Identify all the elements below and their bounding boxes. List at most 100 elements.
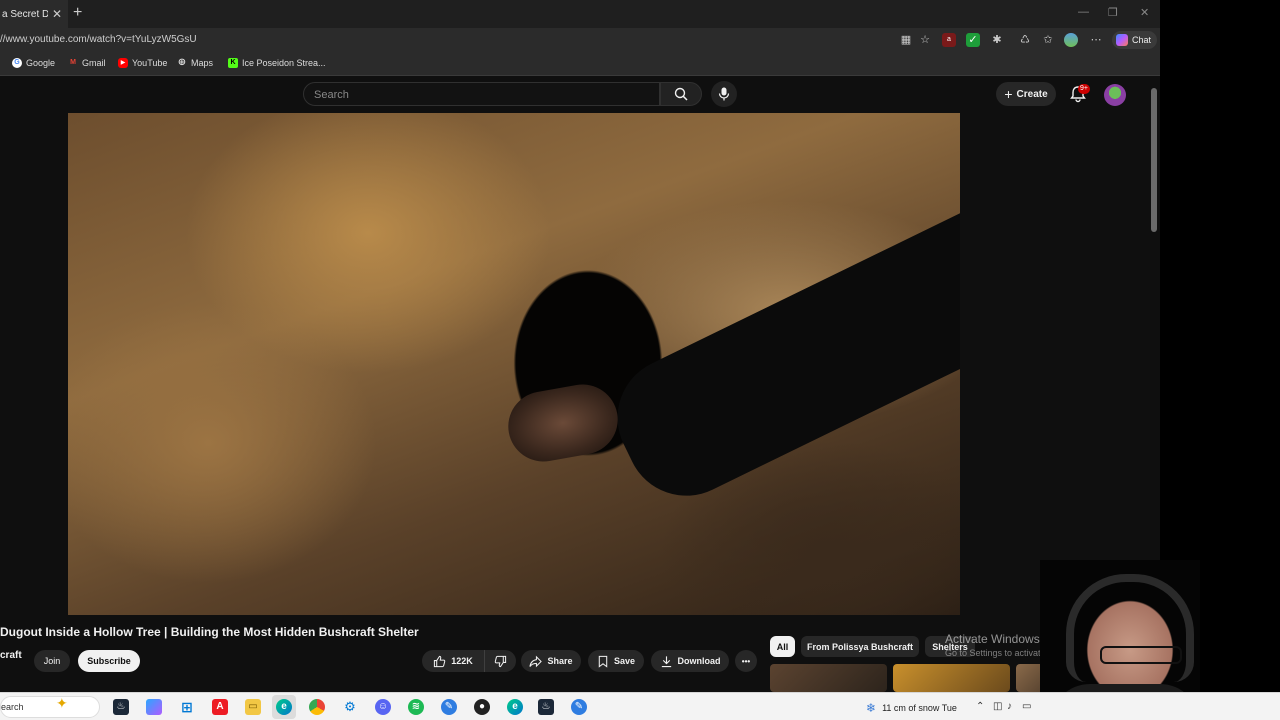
share-button[interactable]: Share — [521, 650, 581, 672]
youtube-icon: ▶ — [118, 58, 128, 68]
kick-icon: K — [228, 58, 238, 68]
battery-icon[interactable]: ▭ — [1022, 701, 1031, 712]
share-label: Share — [547, 656, 573, 666]
taskbar-search-label: earch — [1, 702, 24, 712]
chip-from-channel[interactable]: From Polissya Bushcraft — [801, 636, 919, 657]
checkmark-extension-icon[interactable]: ✓ — [966, 33, 980, 47]
bookmark-label: Gmail — [82, 58, 106, 68]
edge-dev-icon[interactable]: e — [507, 699, 523, 715]
url-field[interactable]: //www.youtube.com/watch?v=tYuLyzW5GsU — [0, 34, 197, 45]
thumbs-down-icon — [494, 655, 507, 667]
globe-icon: ⊕ — [177, 57, 187, 68]
network-icon[interactable]: ◫ — [993, 701, 1002, 712]
steam-client-icon[interactable]: ♨ — [538, 699, 554, 715]
snowflake-icon: ❄ — [866, 701, 877, 715]
file-explorer-icon[interactable]: ▭ — [245, 699, 261, 715]
search-box — [303, 82, 660, 106]
steam-icon[interactable]: ♨ — [113, 699, 129, 715]
volume-icon[interactable]: ♪ — [1007, 701, 1012, 712]
scrollbar-thumb[interactable] — [1151, 88, 1157, 232]
copilot-taskbar-icon[interactable] — [146, 699, 162, 715]
recommendation-thumbnail[interactable] — [770, 664, 887, 692]
save-button[interactable]: Save — [588, 650, 644, 672]
account-avatar[interactable] — [1104, 84, 1126, 106]
thumbs-up-icon — [434, 655, 446, 667]
bookmark-label: Ice Poseidon Strea... — [242, 58, 326, 68]
gmail-icon: M — [70, 59, 76, 66]
show-hidden-icons-chevron-icon[interactable]: ⌃ — [976, 701, 984, 712]
edge-icon[interactable]: e — [276, 699, 292, 715]
split-screen-icon[interactable]: ▦ — [899, 33, 913, 47]
settings-gear-icon[interactable]: ⚙ — [342, 699, 358, 715]
webcam-overlay — [1040, 560, 1200, 700]
bookmark-maps[interactable]: ⊕ Maps — [177, 57, 214, 69]
bookmark-google[interactable]: G Google — [12, 58, 55, 68]
webcam-headphones — [1066, 574, 1194, 682]
favorites-icon[interactable]: ✩ — [1041, 33, 1055, 47]
bookmark-kick[interactable]: K Ice Poseidon Strea... — [228, 58, 326, 68]
favorite-star-icon[interactable]: ☆ — [918, 33, 932, 47]
subscribe-button[interactable]: Subscribe — [78, 650, 140, 672]
spotify-icon[interactable]: ≋ — [408, 699, 424, 715]
search-icon — [674, 87, 688, 101]
bookmark-label: Google — [26, 58, 56, 68]
download-label: Download — [677, 656, 721, 666]
chrome-icon[interactable] — [309, 699, 325, 715]
tab-title: a Secret Dugo — [2, 8, 48, 20]
tab-active[interactable]: a Secret Dugo ✕ — [0, 0, 68, 28]
video-frame-hand — [502, 378, 624, 468]
taskbar: earch ✦ ♨ ⊞ A ▭ e ⚙ ☺ ≋ ✎ ● e ♨ ✎ ❄ 11 c… — [0, 692, 1280, 720]
close-window-button[interactable]: ✕ — [1140, 6, 1149, 19]
like-button[interactable]: 122K — [422, 650, 484, 672]
like-count: 122K — [451, 656, 473, 666]
windows-start-icon[interactable]: ⊞ — [179, 699, 195, 715]
copilot-icon — [1116, 34, 1128, 46]
desktop: a Secret Dugo ✕ + — ❐ ✕ //www.youtube.co… — [0, 0, 1280, 720]
chip-all[interactable]: All — [770, 636, 795, 657]
recommendation-thumbnail[interactable] — [893, 664, 1010, 692]
pin-app-icon[interactable]: ✎ — [571, 699, 587, 715]
more-menu-icon[interactable]: ⋯ — [1089, 33, 1103, 47]
join-button[interactable]: Join — [34, 650, 70, 672]
more-actions-button[interactable]: ••• — [735, 650, 757, 672]
notifications-badge: 9+ — [1078, 84, 1090, 94]
create-label: Create — [1016, 88, 1048, 100]
tab-close-icon[interactable]: ✕ — [52, 7, 62, 21]
taskbar-search[interactable]: earch — [0, 696, 100, 718]
channel-name[interactable]: craft — [0, 650, 22, 661]
extension-icon[interactable]: a — [942, 33, 956, 47]
voice-search-button[interactable] — [711, 81, 737, 107]
extensions-puzzle-icon[interactable]: ✱ — [990, 33, 1004, 47]
video-player[interactable] — [68, 113, 960, 615]
microphone-icon — [718, 87, 730, 101]
download-button[interactable]: Download — [651, 650, 729, 672]
google-icon: G — [12, 58, 22, 68]
bookmark-icon — [598, 655, 608, 668]
new-tab-button[interactable]: + — [73, 4, 82, 22]
copilot-chat-button[interactable]: Chat — [1112, 31, 1158, 49]
bookmark-youtube[interactable]: ▶ YouTube — [118, 58, 167, 68]
sparkle-icon: ✦ — [56, 695, 68, 711]
app-icon[interactable]: ✎ — [441, 699, 457, 715]
chat-label: Chat — [1132, 35, 1152, 45]
restore-button[interactable]: ❐ — [1108, 6, 1118, 19]
create-button[interactable]: + Create — [996, 82, 1056, 106]
dislike-button[interactable] — [484, 650, 516, 672]
weather-widget[interactable]: ❄ 11 cm of snow Tue — [866, 701, 957, 715]
search-button[interactable] — [660, 82, 702, 106]
amd-icon[interactable]: A — [212, 699, 228, 715]
video-title: Dugout Inside a Hollow Tree | Building t… — [0, 625, 419, 639]
profile-icon[interactable] — [1064, 33, 1078, 47]
obs-icon[interactable]: ● — [474, 699, 490, 715]
youtube-header: + Create — [0, 76, 1148, 113]
search-input[interactable] — [314, 87, 644, 103]
bookmark-gmail[interactable]: M Gmail — [68, 58, 106, 68]
webcam-glasses — [1100, 646, 1182, 664]
weather-text: 11 cm of snow Tue — [882, 703, 957, 713]
bookmarks-bar: G Google M Gmail ▶ YouTube ⊕ Maps K Ice … — [0, 52, 1160, 76]
minimize-button[interactable]: — — [1078, 6, 1089, 18]
discord-icon[interactable]: ☺ — [375, 699, 391, 715]
browser-window: a Secret Dugo ✕ + — ❐ ✕ //www.youtube.co… — [0, 0, 1160, 692]
bookmark-label: Maps — [191, 58, 214, 68]
browser-essentials-icon[interactable]: ♺ — [1018, 33, 1032, 47]
